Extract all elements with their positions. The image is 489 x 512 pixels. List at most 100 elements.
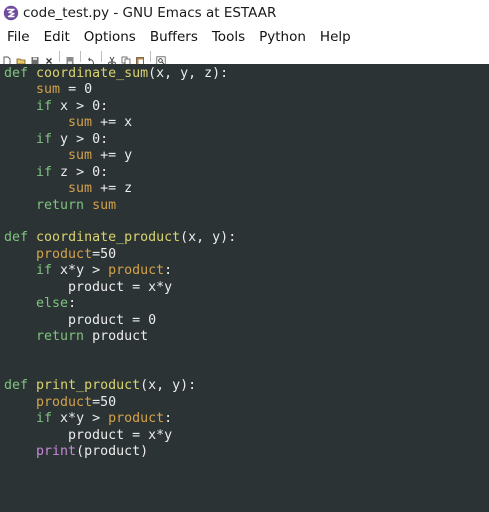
toolbar-separator [101,50,102,62]
title-bar: code_test.py - GNU Emacs at ESTAAR [0,0,489,26]
code-token: print [36,444,77,460]
code-line[interactable]: ​ [4,214,236,230]
code-line[interactable]: product = x*y [4,428,236,444]
code-line[interactable]: product=50 [4,395,236,411]
code-line[interactable]: if x > 0: [4,99,236,115]
code-token: def [4,230,29,246]
code-token: = 0 [60,82,93,98]
code-line[interactable]: product = 0 [4,313,236,329]
menu-bar: File Edit Options Buffers Tools Python H… [0,26,489,48]
window-title: code_test.py - GNU Emacs at ESTAAR [23,5,277,21]
code-token: if [36,263,53,279]
open-folder-icon[interactable] [16,51,26,65]
save-as-icon[interactable] [65,51,75,65]
code-token: : [68,296,77,312]
code-line[interactable]: ​ [4,345,236,361]
code-line[interactable]: ​ [4,362,236,378]
code-token: x*y > [52,411,109,427]
code-token: else [36,296,69,312]
code-token: sum [68,115,93,131]
menu-file[interactable]: File [0,29,37,45]
code-token: product [36,394,93,410]
code-line[interactable]: if z > 0: [4,165,236,181]
code-line[interactable]: return product [4,329,236,345]
code-token: sum [68,181,93,197]
code-token: =50 [92,394,117,410]
code-token: sum [92,197,117,213]
menu-edit[interactable]: Edit [37,29,77,45]
code-token: product [108,263,165,279]
menu-buffers[interactable]: Buffers [143,29,205,45]
code-token: if [36,98,53,114]
new-file-icon[interactable] [2,51,12,66]
code-token: sum [36,82,61,98]
code-token: product [108,411,165,427]
code-token: product = 0 [4,312,157,328]
code-line[interactable]: sum += x [4,115,236,131]
cut-icon[interactable] [107,51,117,66]
menu-options[interactable]: Options [77,29,143,45]
search-icon[interactable] [156,51,166,66]
code-line[interactable]: def print_product(x, y): [4,378,236,394]
code-line[interactable]: if x*y > product: [4,263,236,279]
save-icon[interactable] [30,51,40,65]
code-token: if [36,164,53,180]
code-token: if [36,131,53,147]
code-text[interactable]: def coordinate_sum(x, y, z): sum = 0 if … [4,66,236,461]
toolbar-separator [59,50,60,62]
code-line[interactable]: product=50 [4,247,236,263]
code-line[interactable]: sum += y [4,148,236,164]
menu-python[interactable]: Python [252,29,313,45]
code-token: coordinate_sum [36,66,149,81]
code-token: =50 [92,246,117,262]
code-line[interactable]: return sum [4,198,236,214]
copy-icon[interactable] [121,51,131,66]
code-token: (x, y): [180,230,237,246]
code-line[interactable]: def coordinate_sum(x, y, z): [4,66,236,82]
editor-buffer[interactable]: def coordinate_sum(x, y, z): sum = 0 if … [0,64,489,512]
paste-icon[interactable] [135,51,145,66]
code-line[interactable]: product = x*y [4,280,236,296]
code-line[interactable]: else: [4,296,236,312]
code-token: return [36,197,85,213]
code-line[interactable]: if y > 0: [4,132,236,148]
tool-bar [0,48,489,66]
code-line[interactable]: if x*y > product: [4,411,236,427]
undo-icon[interactable] [86,51,96,65]
code-token: x > 0: [52,98,109,114]
code-token: (x, y, z): [148,66,229,81]
close-icon[interactable] [44,51,54,64]
code-token: += z [92,181,133,197]
code-token: product [84,329,149,344]
menu-tools[interactable]: Tools [205,29,252,45]
code-line[interactable]: print(product) [4,444,236,460]
menu-help[interactable]: Help [313,29,358,45]
code-token: (product) [76,444,149,460]
code-line[interactable]: def coordinate_product(x, y): [4,230,236,246]
code-token: += x [92,115,133,131]
code-token: : [164,411,173,427]
code-token: z > 0: [52,164,109,180]
code-token: : [164,263,173,279]
code-token: def [4,378,29,394]
code-token: sum [68,148,93,164]
code-token: if [36,411,53,427]
toolbar-separator [150,50,151,62]
code-line[interactable]: sum += z [4,181,236,197]
code-token: def [4,66,29,81]
code-line[interactable]: sum = 0 [4,82,236,98]
code-token: return [36,329,85,344]
